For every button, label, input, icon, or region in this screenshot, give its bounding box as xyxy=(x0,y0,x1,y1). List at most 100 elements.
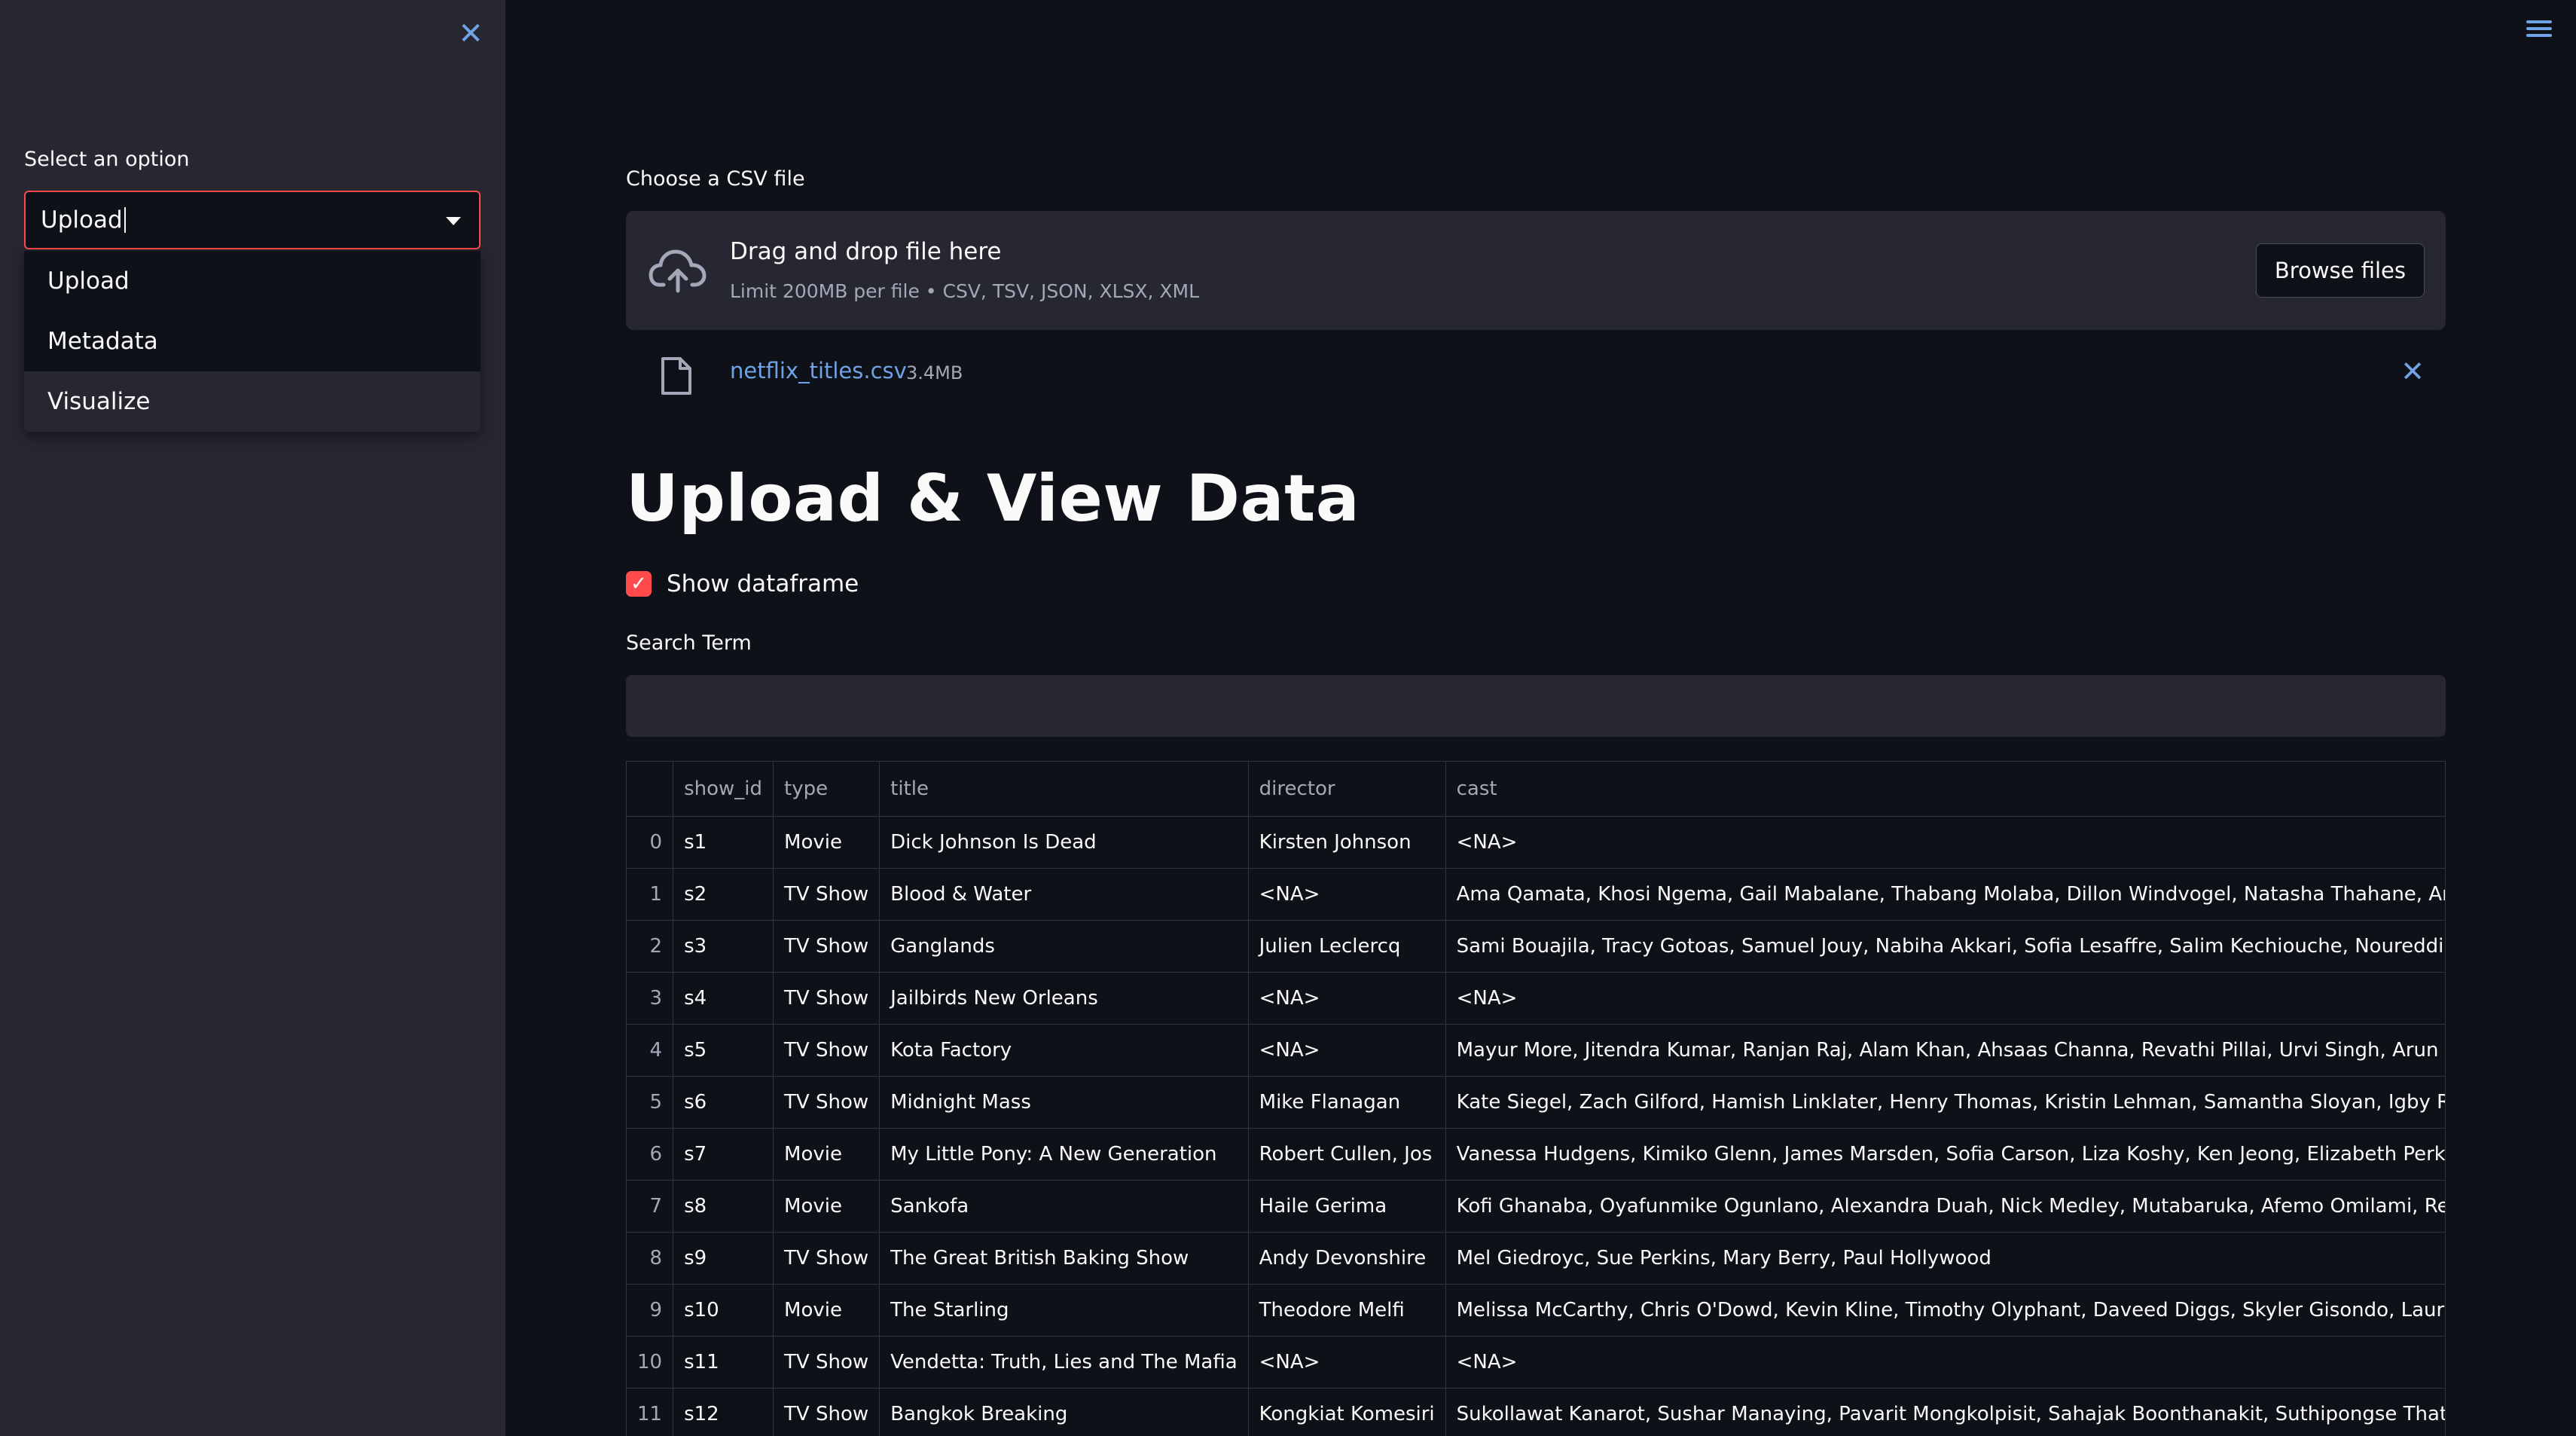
cell-cast[interactable]: Kate Siegel, Zach Gilford, Hamish Linkla… xyxy=(1445,1076,2445,1129)
cell-cast[interactable]: Vanessa Hudgens, Kimiko Glenn, James Mar… xyxy=(1445,1128,2445,1181)
cell-show-id[interactable]: s5 xyxy=(673,1024,774,1077)
cell-index[interactable]: 9 xyxy=(627,1284,674,1337)
cell-index[interactable]: 8 xyxy=(627,1232,674,1285)
cell-index[interactable]: 0 xyxy=(627,816,674,869)
cell-title[interactable]: The Great British Baking Show xyxy=(879,1232,1249,1285)
table-row: 10 s11 TV Show Vendetta: Truth, Lies and Th… xyxy=(627,1336,2445,1389)
cell-director[interactable]: Kirsten Johnson xyxy=(1248,816,1446,869)
cell-type[interactable]: TV Show xyxy=(773,1076,881,1129)
cell-index[interactable]: 10 xyxy=(627,1336,674,1389)
cell-type[interactable]: TV Show xyxy=(773,868,881,921)
cell-title[interactable]: Ganglands xyxy=(879,920,1249,973)
cell-title[interactable]: Kota Factory xyxy=(879,1024,1249,1077)
cell-director[interactable]: <NA> xyxy=(1248,972,1446,1025)
dataframe[interactable]: show_id type title director cast country… xyxy=(626,761,2446,1436)
cell-index[interactable]: 7 xyxy=(627,1180,674,1233)
cell-type[interactable]: TV Show xyxy=(773,920,881,973)
cell-cast[interactable]: Sukollawat Kanarot, Sushar Manaying, Pav… xyxy=(1445,1388,2445,1436)
cell-index[interactable]: 1 xyxy=(627,868,674,921)
table-body: 0 s1 Movie Dick Johnson Is Dead Kirsten John… xyxy=(627,816,2445,1436)
option-metadata[interactable]: Metadata xyxy=(24,311,481,371)
cell-director[interactable]: Andy Devonshire xyxy=(1248,1232,1446,1285)
cell-cast[interactable]: Ama Qamata, Khosi Ngema, Gail Mabalane, … xyxy=(1445,868,2445,921)
cell-director[interactable]: <NA> xyxy=(1248,1336,1446,1389)
cell-director[interactable]: Mike Flanagan xyxy=(1248,1076,1446,1129)
cell-type[interactable]: TV Show xyxy=(773,1336,881,1389)
column-header-cast[interactable]: cast xyxy=(1445,762,2445,817)
cell-title[interactable]: Blood & Water xyxy=(879,868,1249,921)
option-upload[interactable]: Upload xyxy=(24,251,481,311)
cell-show-id[interactable]: s8 xyxy=(673,1180,774,1233)
cell-type[interactable]: TV Show xyxy=(773,1388,881,1436)
cell-cast[interactable]: <NA> xyxy=(1445,816,2445,869)
close-icon[interactable]: ✕ xyxy=(455,18,487,50)
cell-cast[interactable]: Sami Bouajila, Tracy Gotoas, Samuel Jouy… xyxy=(1445,920,2445,973)
cell-type[interactable]: Movie xyxy=(773,1180,881,1233)
cell-show-id[interactable]: s6 xyxy=(673,1076,774,1129)
column-header-index[interactable] xyxy=(627,762,674,817)
cell-title[interactable]: Jailbirds New Orleans xyxy=(879,972,1249,1025)
search-input[interactable] xyxy=(626,675,2446,737)
cell-title[interactable]: Midnight Mass xyxy=(879,1076,1249,1129)
cell-title[interactable]: Bangkok Breaking xyxy=(879,1388,1249,1436)
cell-director[interactable]: Haile Gerima xyxy=(1248,1180,1446,1233)
cell-show-id[interactable]: s2 xyxy=(673,868,774,921)
column-header-type[interactable]: type xyxy=(773,762,881,817)
cell-title[interactable]: Sankofa xyxy=(879,1180,1249,1233)
column-header-show-id[interactable]: show_id xyxy=(673,762,774,817)
cell-show-id[interactable]: s10 xyxy=(673,1284,774,1337)
cell-cast[interactable]: Kofi Ghanaba, Oyafunmike Ogunlano, Alexa… xyxy=(1445,1180,2445,1233)
uploaded-file-size: 3.4MB xyxy=(906,362,963,383)
cell-director[interactable]: <NA> xyxy=(1248,1024,1446,1077)
cell-director[interactable]: Theodore Melfi xyxy=(1248,1284,1446,1337)
chevron-down-icon[interactable] xyxy=(446,217,461,225)
show-dataframe-toggle[interactable]: ✓ Show dataframe xyxy=(626,570,859,597)
cell-type[interactable]: TV Show xyxy=(773,1232,881,1285)
cell-show-id[interactable]: s7 xyxy=(673,1128,774,1181)
column-header-title[interactable]: title xyxy=(879,762,1249,817)
cell-type[interactable]: TV Show xyxy=(773,1024,881,1077)
cell-type[interactable]: Movie xyxy=(773,1284,881,1337)
remove-file-close-icon[interactable]: ✕ xyxy=(2401,355,2425,388)
cell-show-id[interactable]: s4 xyxy=(673,972,774,1025)
cell-show-id[interactable]: s3 xyxy=(673,920,774,973)
cell-show-id[interactable]: s11 xyxy=(673,1336,774,1389)
column-header-director[interactable]: director xyxy=(1248,762,1446,817)
cell-title[interactable]: My Little Pony: A New Generation xyxy=(879,1128,1249,1181)
cell-index[interactable]: 2 xyxy=(627,920,674,973)
cell-type[interactable]: Movie xyxy=(773,1128,881,1181)
cell-cast[interactable]: Mel Giedroyc, Sue Perkins, Mary Berry, P… xyxy=(1445,1232,2445,1285)
option-select[interactable]: Upload xyxy=(24,191,481,249)
cell-title[interactable]: The Starling xyxy=(879,1284,1249,1337)
table-row: 5 s6 TV Show Midnight Mass Mike Flanagan Kate… xyxy=(627,1076,2445,1129)
cell-show-id[interactable]: s9 xyxy=(673,1232,774,1285)
cell-index[interactable]: 5 xyxy=(627,1076,674,1129)
cell-index[interactable]: 6 xyxy=(627,1128,674,1181)
checkbox-checked-icon[interactable]: ✓ xyxy=(626,571,652,597)
file-dropzone[interactable]: Drag and drop file here Limit 200MB per … xyxy=(626,211,2446,330)
table-header-row: show_id type title director cast country xyxy=(627,762,2445,817)
cell-cast[interactable]: Mayur More, Jitendra Kumar, Ranjan Raj, … xyxy=(1445,1024,2445,1077)
cell-director[interactable]: Robert Cullen, Jos xyxy=(1248,1128,1446,1181)
cell-index[interactable]: 4 xyxy=(627,1024,674,1077)
cell-cast[interactable]: <NA> xyxy=(1445,1336,2445,1389)
cell-show-id[interactable]: s1 xyxy=(673,816,774,869)
cell-cast[interactable]: Melissa McCarthy, Chris O'Dowd, Kevin Kl… xyxy=(1445,1284,2445,1337)
cell-director[interactable]: Julien Leclercq xyxy=(1248,920,1446,973)
uploaded-file-name[interactable]: netflix_titles.csv xyxy=(730,358,907,383)
option-visualize[interactable]: Visualize xyxy=(24,371,481,432)
cell-director[interactable]: Kongkiat Komesiri xyxy=(1248,1388,1446,1436)
cell-index[interactable]: 11 xyxy=(627,1388,674,1436)
browse-files-button[interactable]: Browse files xyxy=(2255,243,2425,298)
cell-title[interactable]: Dick Johnson Is Dead xyxy=(879,816,1249,869)
sidebar: ✕ Select an option Upload Upload Metadat… xyxy=(0,0,505,1436)
cell-title[interactable]: Vendetta: Truth, Lies and The Mafia xyxy=(879,1336,1249,1389)
hamburger-menu-icon[interactable] xyxy=(2526,17,2552,42)
cell-index[interactable]: 3 xyxy=(627,972,674,1025)
cell-type[interactable]: Movie xyxy=(773,816,881,869)
cell-director[interactable]: <NA> xyxy=(1248,868,1446,921)
cell-cast[interactable]: <NA> xyxy=(1445,972,2445,1025)
cell-show-id[interactable]: s12 xyxy=(673,1388,774,1436)
table-row: 6 s7 Movie My Little Pony: A New Generation… xyxy=(627,1128,2445,1181)
cell-type[interactable]: TV Show xyxy=(773,972,881,1025)
